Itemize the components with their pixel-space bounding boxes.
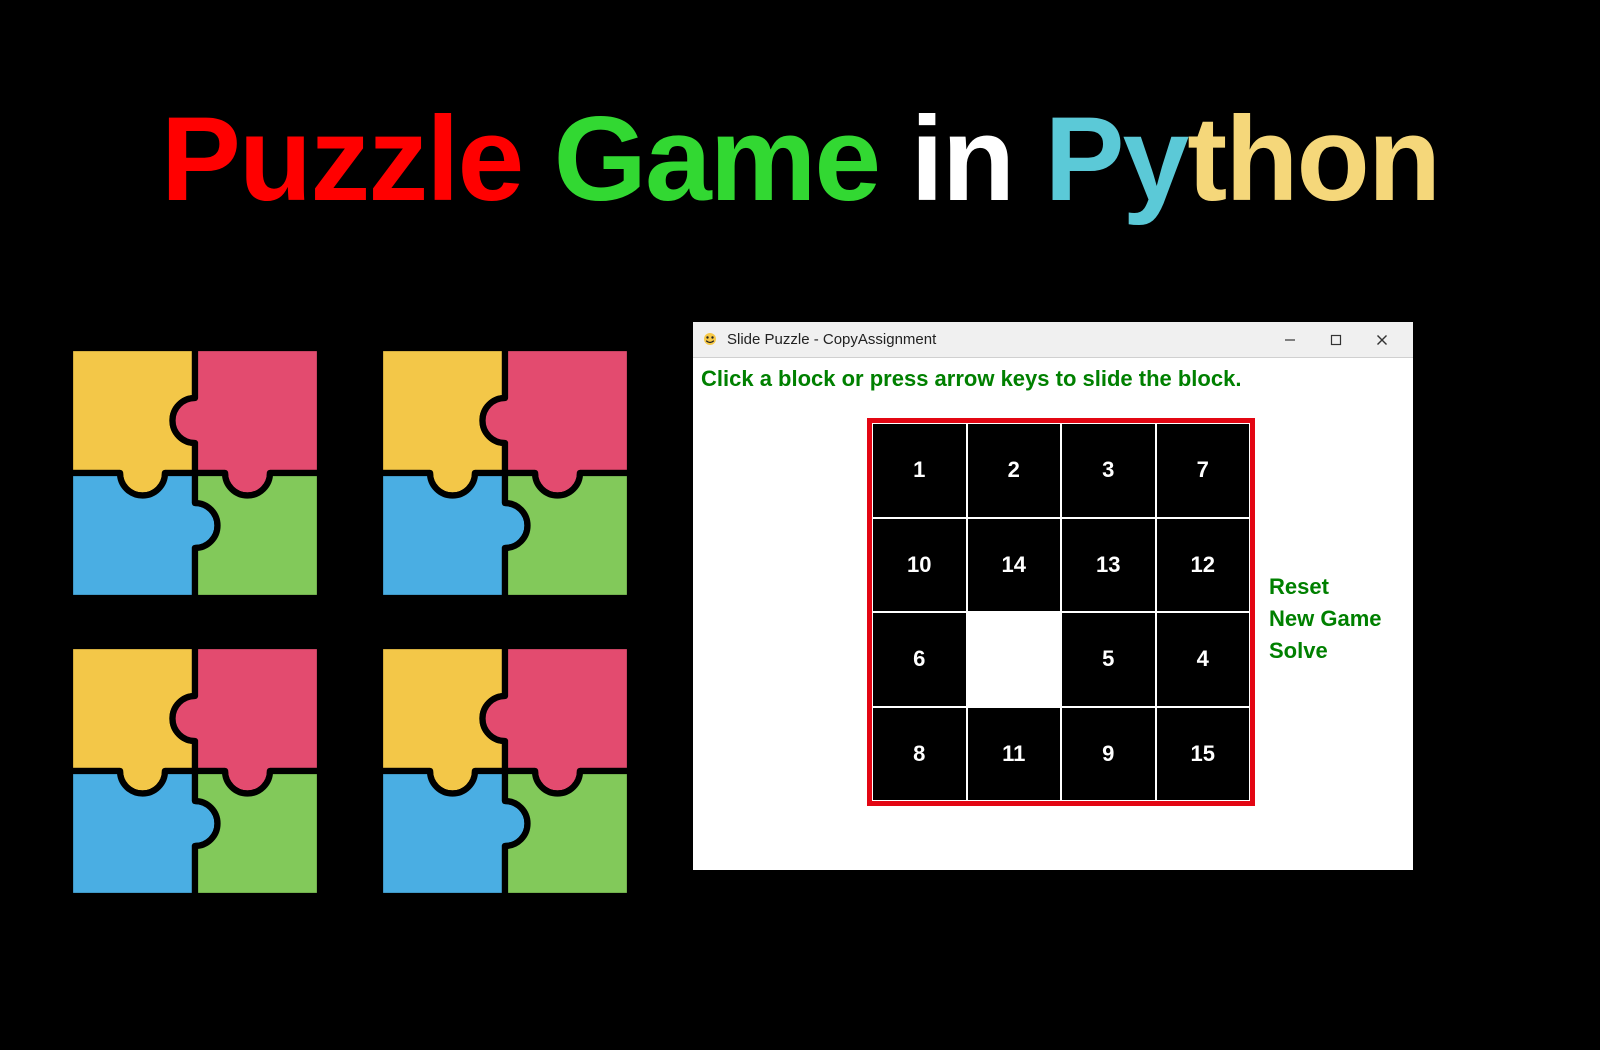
puzzle-icon [70,646,320,896]
tile-14[interactable]: 14 [967,518,1062,613]
maximize-button[interactable] [1313,322,1359,358]
reset-button[interactable]: Reset [1269,574,1382,600]
close-icon [1376,334,1388,346]
puzzle-icon [380,646,630,896]
window-titlebar[interactable]: Slide Puzzle - CopyAssignment [693,322,1413,358]
new-game-button[interactable]: New Game [1269,606,1382,632]
side-buttons: Reset New Game Solve [1269,574,1382,664]
maximize-icon [1330,334,1342,346]
title-word-in: in [910,92,1013,226]
python-app-icon [701,331,719,349]
tile-13[interactable]: 13 [1061,518,1156,613]
puzzle-icon [70,348,320,598]
puzzle-icon-grid [70,348,630,896]
instruction-text: Click a block or press arrow keys to sli… [693,358,1413,392]
tile-9[interactable]: 9 [1061,707,1156,802]
puzzle-icon [380,348,630,598]
tile-4[interactable]: 4 [1156,612,1251,707]
empty-tile [967,612,1062,707]
tile-8[interactable]: 8 [872,707,967,802]
game-area: 123710141312654811915 Reset New Game Sol… [693,392,1413,868]
solve-button[interactable]: Solve [1269,638,1382,664]
tile-5[interactable]: 5 [1061,612,1156,707]
tile-3[interactable]: 3 [1061,423,1156,518]
page-title: Puzzle Game in Python [0,90,1600,228]
tile-1[interactable]: 1 [872,423,967,518]
tile-12[interactable]: 12 [1156,518,1251,613]
puzzle-board: 123710141312654811915 [872,423,1250,801]
title-word-game: Game [554,92,880,226]
slide-puzzle-window: Slide Puzzle - CopyAssignment Click a bl… [693,322,1413,870]
tile-6[interactable]: 6 [872,612,967,707]
title-word-python: Python [1044,92,1439,226]
window-title-text: Slide Puzzle - CopyAssignment [727,331,936,348]
tile-10[interactable]: 10 [872,518,967,613]
tile-15[interactable]: 15 [1156,707,1251,802]
tile-7[interactable]: 7 [1156,423,1251,518]
minimize-icon [1284,334,1296,346]
close-button[interactable] [1359,322,1405,358]
tile-2[interactable]: 2 [967,423,1062,518]
minimize-button[interactable] [1267,322,1313,358]
title-word-puzzle: Puzzle [161,92,522,226]
tile-11[interactable]: 11 [967,707,1062,802]
board-frame: 123710141312654811915 [867,418,1255,806]
